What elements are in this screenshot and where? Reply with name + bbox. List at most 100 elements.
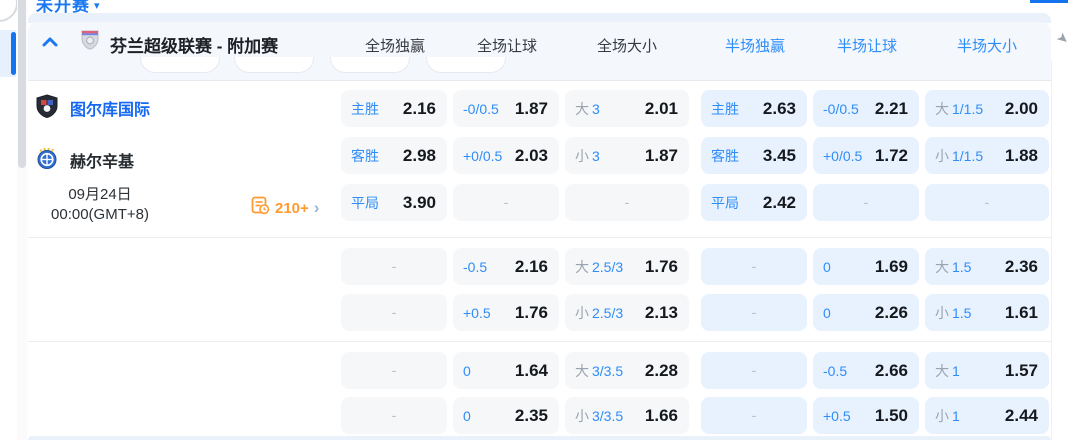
odds-cell[interactable]: -0/0.5 1.87 (453, 90, 559, 127)
odds-value: 1.66 (644, 405, 678, 425)
odds-cell[interactable]: 大 1 1.57 (925, 352, 1049, 389)
odds-label: 小 2.5/3 (575, 303, 623, 323)
overunder-prefix: 小 (575, 304, 589, 321)
odds-line: +0.5 (823, 407, 851, 424)
more-markets-link[interactable]: 210+ › (251, 196, 319, 220)
sidebar-selected-indicator[interactable] (0, 30, 16, 77)
markets-list-icon (251, 196, 270, 220)
away-team-name: 赫尔辛基 (70, 154, 135, 171)
odds-cell[interactable]: 客胜 3.45 (701, 137, 807, 174)
odds-cell[interactable]: 主胜 2.63 (701, 90, 807, 127)
collapse-chevron-up-icon[interactable] (42, 34, 58, 52)
league-trophy-icon (80, 29, 100, 56)
group-divider (28, 237, 1051, 238)
filter-pill-fragment[interactable] (140, 57, 220, 73)
overunder-prefix: 大 (575, 362, 589, 379)
odds-cell[interactable]: 0 1.69 (813, 248, 919, 285)
odds-cell[interactable]: +0.5 1.50 (813, 397, 919, 434)
odds-line: 1.5 (952, 304, 972, 321)
odds-line: 平局 (711, 194, 739, 211)
odds-cell-empty: - (701, 248, 807, 285)
odds-cell[interactable]: -0.5 2.16 (453, 248, 559, 285)
match-time: 00:00(GMT+8) (51, 206, 149, 223)
overunder-prefix: 大 (935, 362, 949, 379)
odds-label: 小1 (935, 406, 960, 426)
away-team-crest-icon (36, 146, 58, 175)
odds-line: -0.5 (463, 258, 488, 275)
odds-cell[interactable]: 小 3/3.5 1.66 (565, 397, 689, 434)
overunder-prefix: 小 (575, 407, 589, 424)
overunder-prefix: 小 (935, 147, 949, 164)
overunder-prefix: 小 (935, 304, 949, 321)
odds-label: -0/0.5 (823, 101, 859, 117)
odds-cell[interactable]: 大 3 2.01 (565, 90, 689, 127)
odds-cell[interactable]: 小 1.5 1.61 (925, 294, 1049, 331)
odds-line: +0.5 (463, 304, 491, 321)
odds-cell[interactable]: 小 1/1.5 1.88 (925, 137, 1049, 174)
odds-value: 3.90 (402, 192, 436, 212)
league-title: 芬兰超级联赛 - 附加赛 (110, 37, 279, 56)
odds-value: 1.87 (514, 98, 548, 118)
odds-line: -0.5 (823, 362, 848, 379)
odds-label: +0/0.5 (823, 148, 862, 164)
odds-cell[interactable]: 主胜 2.16 (341, 90, 447, 127)
filter-pill-fragment[interactable] (234, 57, 314, 73)
odds-cell[interactable]: +0/0.5 1.72 (813, 137, 919, 174)
odds-cell[interactable]: 0 1.64 (453, 352, 559, 389)
odds-cell-empty: - (341, 397, 447, 434)
odds-cell[interactable]: 0 2.35 (453, 397, 559, 434)
filter-pill-fragment[interactable] (330, 57, 410, 73)
home-team-name: 图尔库国际 (70, 102, 151, 119)
match-datetime: 09月24日 00:00(GMT+8) (25, 185, 175, 225)
odds-label: 0 (463, 363, 471, 379)
odds-value: 1.50 (874, 405, 908, 425)
odds-cell[interactable]: +0/0.5 2.03 (453, 137, 559, 174)
column-header-halftime-1x2: 半场独赢 (724, 38, 785, 55)
away-team-row[interactable]: 赫尔辛基 (36, 147, 134, 173)
odds-cell[interactable]: 大 1.5 2.36 (925, 248, 1049, 285)
odds-label: +0.5 (463, 305, 491, 321)
odds-label: 客胜 (351, 146, 379, 166)
odds-cell[interactable]: -0.5 2.66 (813, 352, 919, 389)
odds-line: 0 (823, 258, 831, 275)
odds-cell-empty: - (701, 397, 807, 434)
odds-cell-empty: - (565, 184, 689, 221)
home-team-row[interactable]: 图尔库国际 (36, 93, 151, 121)
odds-cell[interactable]: 小 2.5/3 2.13 (565, 294, 689, 331)
odds-line: +0/0.5 (463, 147, 503, 164)
odds-value: 1.76 (644, 256, 678, 276)
overunder-prefix: 大 (935, 100, 949, 117)
odds-label: -0.5 (823, 363, 847, 379)
odds-label: 大 3/3.5 (575, 361, 623, 381)
odds-cell[interactable]: 客胜 2.98 (341, 137, 447, 174)
odds-label: 大3 (575, 99, 600, 119)
odds-value: 1.61 (1004, 302, 1038, 322)
odds-label: 小 3/3.5 (575, 406, 623, 426)
odds-cell[interactable]: 大 2.5/3 1.76 (565, 248, 689, 285)
odds-line: 主胜 (711, 100, 739, 117)
odds-label: 0 (823, 259, 831, 275)
odds-cell[interactable]: +0.5 1.76 (453, 294, 559, 331)
odds-cell[interactable]: 小 1 2.44 (925, 397, 1049, 434)
odds-cell[interactable]: 大 1/1.5 2.00 (925, 90, 1049, 127)
odds-value: 1.72 (874, 145, 908, 165)
floating-button-fragment[interactable] (0, 0, 18, 22)
odds-cell[interactable]: 大 3/3.5 2.28 (565, 352, 689, 389)
scrollbar-thumb[interactable] (18, 0, 26, 168)
odds-cell[interactable]: 平局 3.90 (341, 184, 447, 221)
odds-line: +0/0.5 (823, 147, 863, 164)
pin-icon[interactable]: ➤ (1053, 28, 1068, 49)
odds-value: 2.63 (762, 98, 796, 118)
odds-label: 0 (823, 305, 831, 321)
odds-line: 3 (592, 100, 600, 117)
next-section-edge (28, 436, 1051, 440)
filter-pill-fragment[interactable] (426, 57, 506, 73)
odds-cell[interactable]: 小 3 1.87 (565, 137, 689, 174)
odds-cell[interactable]: 平局 2.42 (701, 184, 807, 221)
odds-line: 0 (463, 362, 471, 379)
odds-cell[interactable]: -0/0.5 2.21 (813, 90, 919, 127)
odds-cell[interactable]: 0 2.26 (813, 294, 919, 331)
odds-label: -0/0.5 (463, 101, 499, 117)
odds-cell-empty: - (925, 184, 1049, 221)
overunder-prefix: 小 (575, 147, 589, 164)
